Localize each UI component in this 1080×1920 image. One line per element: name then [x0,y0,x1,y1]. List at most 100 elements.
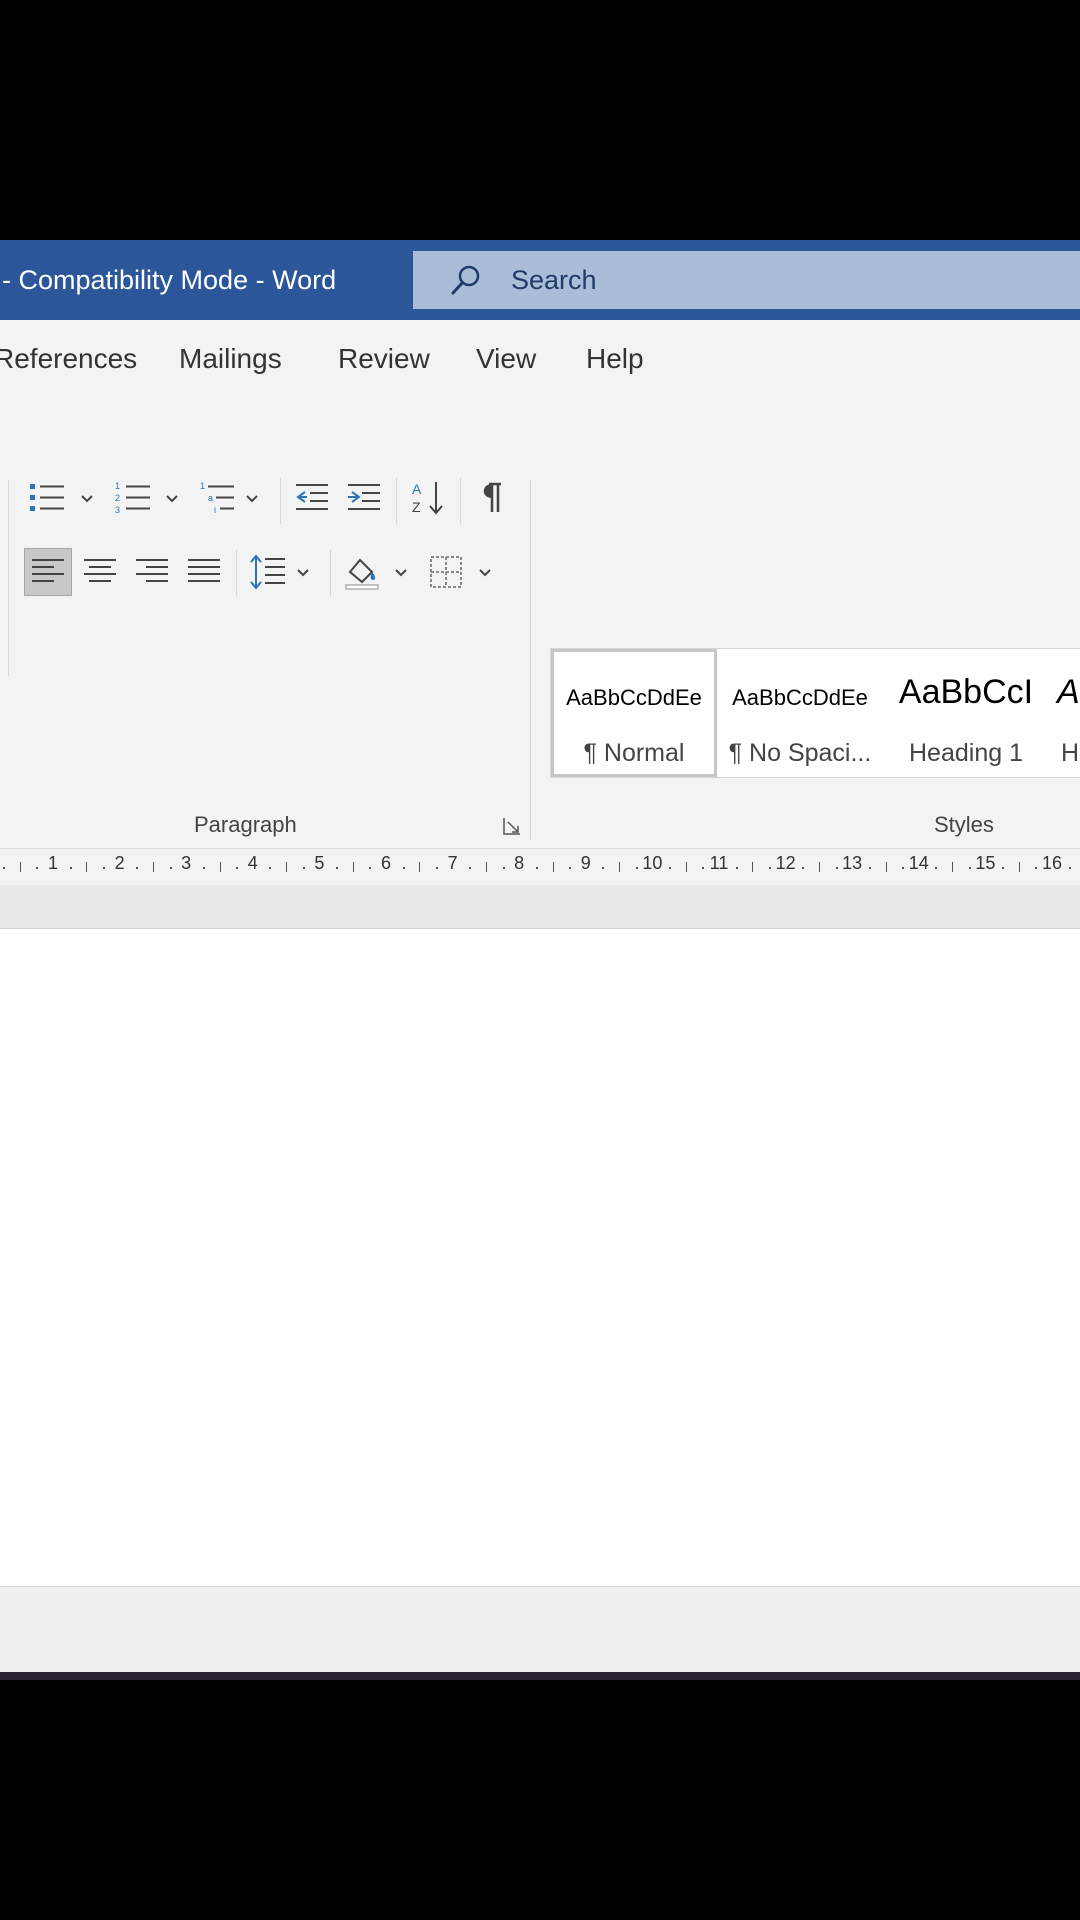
multilevel-list-button[interactable]: 1 a i [196,476,240,520]
ruler-minor-mark [1035,867,1038,869]
style-name: Heading 1 [909,739,1023,767]
tab-review[interactable]: Review [338,320,430,398]
sort-az-icon: A Z [408,478,448,518]
ruler-minor-mark [269,867,272,869]
ruler-minor-mark [868,867,871,869]
ruler-minor-mark [569,867,572,869]
shading-button[interactable] [340,550,384,594]
ruler-half-tick [86,862,88,872]
style-heading-1[interactable]: AaBbCcI Heading 1 [883,649,1049,777]
center-button[interactable] [78,550,122,594]
ruler-minor-mark [369,867,372,869]
ruler-minor-mark [968,867,971,869]
svg-text:3: 3 [115,505,120,515]
paragraph-group-label: Paragraph [194,812,297,837]
styles-group-label: Styles [934,812,994,837]
ruler-minor-mark [1002,867,1005,869]
ruler-number: 14 [908,853,929,873]
search-box[interactable]: Search [413,251,1080,309]
chevron-down-icon[interactable] [78,490,96,508]
justify-icon [186,555,222,589]
svg-text:2: 2 [115,493,120,503]
style-name: ¶ No Spaci... [728,739,872,767]
separator [330,550,331,596]
svg-text:A: A [412,481,422,497]
dialog-launcher-icon[interactable] [502,816,522,836]
ruler-number: 13 [842,853,863,873]
ruler-number: 7 [447,853,458,873]
ruler-half-tick [685,862,687,872]
ruler-minor-mark [602,867,605,869]
ruler-number: 15 [975,853,996,873]
ruler-number: 8 [514,853,525,873]
ruler-half-tick [19,862,21,872]
style-no-spacing[interactable]: AaBbCcDdEe ¶ No Spaci... [717,649,883,777]
ruler-half-tick [419,862,421,872]
style-heading-2[interactable]: A H [1049,649,1080,777]
separator [460,478,461,524]
tab-help[interactable]: Help [586,320,644,398]
word-window: - Compatibility Mode - Word Search Refer… [0,240,1080,1680]
chevron-down-icon[interactable] [476,564,494,582]
paint-bucket-icon [342,552,382,592]
ruler-number: 16 [1041,853,1063,873]
ruler-number: 2 [114,853,125,873]
chevron-down-icon[interactable] [243,490,261,508]
ruler-minor-mark [768,867,771,869]
ruler-half-tick [818,862,820,872]
title-bar: - Compatibility Mode - Word Search [0,240,1080,320]
bullet-list-icon [28,480,68,516]
style-preview: AaBbCcDdEe [566,685,702,710]
ruler-minor-mark [236,867,239,869]
align-left-button[interactable] [24,548,72,596]
horizontal-ruler[interactable]: 1 2 3 4 5 6 7 8 9 10 11 12 13 14 15 16 [0,848,1080,885]
group-separator [8,480,9,676]
numbered-list-icon: 1 2 3 [114,480,154,516]
svg-text:1: 1 [200,481,205,491]
decrease-indent-button[interactable] [290,476,334,520]
ruler-minor-mark [3,867,6,869]
ruler-minor-mark [136,867,139,869]
style-name: ¶ Normal [583,739,685,767]
justify-button[interactable] [182,550,226,594]
show-hide-marks-button[interactable] [468,476,512,520]
ruler-number: 6 [380,853,392,873]
ruler-minor-mark [902,867,905,869]
sort-button[interactable]: A Z [406,476,450,520]
ruler-minor-mark [1068,867,1071,869]
line-spacing-button[interactable] [246,550,290,594]
tab-mailings[interactable]: Mailings [179,320,282,398]
align-center-icon [82,555,118,589]
ruler-minor-mark [435,867,438,869]
tab-view[interactable]: View [476,320,536,398]
bullets-button[interactable] [26,476,70,520]
search-label: Search [511,265,597,295]
line-spacing-icon [248,552,288,592]
ruler-number: 3 [181,853,192,873]
ruler-half-tick [485,862,487,872]
borders-button[interactable] [424,550,468,594]
document-page[interactable] [0,929,1080,1586]
chevron-down-icon[interactable] [294,564,312,582]
increase-indent-button[interactable] [342,476,386,520]
tab-references[interactable]: References [0,320,137,398]
chevron-down-icon[interactable] [392,564,410,582]
svg-text:i: i [214,505,216,515]
ribbon-tabs: References Mailings Review View Help [0,320,1080,398]
ruler-number: 4 [247,853,258,873]
ruler-number: 1 [47,853,59,873]
ruler-minor-mark [702,867,705,869]
ruler-half-tick [752,862,754,872]
ruler-minor-mark [36,867,39,869]
style-preview: AaBbCcI [898,673,1034,711]
ruler-half-tick [352,862,354,872]
borders-icon [428,554,464,590]
align-right-button[interactable] [130,550,174,594]
ruler-minor-mark [102,867,105,869]
chevron-down-icon[interactable] [163,490,181,508]
styles-gallery: AaBbCcDdEe ¶ Normal AaBbCcDdEe ¶ No Spac… [550,648,1080,778]
pilcrow-icon [475,480,505,516]
increase-indent-icon [344,480,384,516]
style-normal[interactable]: AaBbCcDdEe ¶ Normal [551,649,717,777]
numbering-button[interactable]: 1 2 3 [112,476,156,520]
